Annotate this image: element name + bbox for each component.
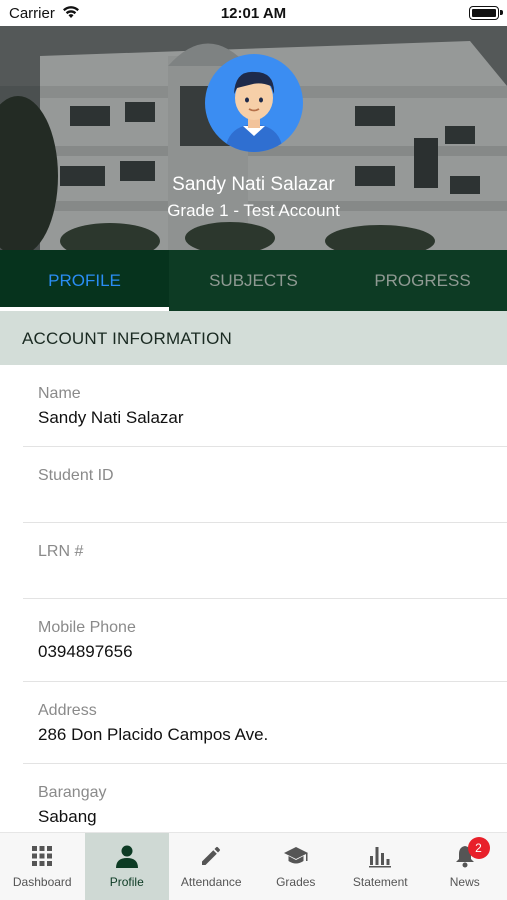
- nav-statement[interactable]: Statement: [338, 833, 423, 900]
- battery-icon: [469, 6, 503, 20]
- person-icon: [114, 843, 140, 869]
- nav-label: Profile: [109, 875, 144, 889]
- info-row-address: Address 286 Don Placido Campos Ave.: [23, 682, 507, 764]
- field-value: Sabang: [38, 807, 97, 826]
- status-time: 12:01 AM: [220, 5, 287, 22]
- tab-subjects[interactable]: SUBJECTS: [169, 250, 338, 311]
- field-value: Sandy Nati Salazar: [38, 408, 184, 427]
- nav-label: Dashboard: [12, 875, 72, 889]
- tab-progress[interactable]: PROGRESS: [338, 250, 507, 311]
- nav-label: News: [449, 875, 480, 889]
- nav-profile[interactable]: Profile: [84, 833, 169, 900]
- profile-header: Sandy Nati Salazar Grade 1 - Test Accoun…: [0, 26, 507, 250]
- bottom-navigation: Dashboard Profile Attendance Grades Stat…: [0, 832, 507, 900]
- status-bar: Carrier 12:01 AM: [0, 0, 507, 26]
- nav-label: Statement: [352, 875, 408, 889]
- info-row-barangay: Barangay Sabang: [23, 764, 507, 834]
- field-label: Student ID: [38, 467, 114, 484]
- field-value: 0394897656: [38, 642, 133, 661]
- info-row-student-id: Student ID: [23, 447, 507, 523]
- graduation-cap-icon: [283, 843, 309, 869]
- field-label: Name: [38, 385, 81, 402]
- section-title: ACCOUNT INFORMATION: [22, 329, 232, 348]
- grid-icon: [29, 843, 55, 869]
- field-value: 286 Don Placido Campos Ave.: [38, 725, 269, 744]
- field-label: Address: [38, 702, 97, 719]
- student-name: Sandy Nati Salazar: [172, 174, 335, 195]
- field-label: Mobile Phone: [38, 619, 136, 636]
- pencil-icon: [198, 843, 224, 869]
- notification-badge: 2: [467, 837, 490, 859]
- info-row-mobile-phone: Mobile Phone 0394897656: [23, 599, 507, 682]
- nav-label: Grades: [276, 875, 316, 889]
- avatar: [205, 54, 303, 152]
- nav-news[interactable]: 2 News: [423, 833, 507, 900]
- student-avatar-icon: [225, 71, 283, 152]
- student-grade: Grade 1 - Test Account: [167, 201, 340, 220]
- bar-chart-icon: [367, 843, 393, 869]
- nav-dashboard[interactable]: Dashboard: [0, 833, 85, 900]
- tab-profile[interactable]: PROFILE: [0, 250, 169, 311]
- nav-grades[interactable]: Grades: [254, 833, 339, 900]
- nav-label: Attendance: [180, 875, 242, 889]
- nav-attendance[interactable]: Attendance: [169, 833, 254, 900]
- field-label: LRN #: [38, 543, 84, 560]
- section-header: ACCOUNT INFORMATION: [0, 311, 507, 365]
- field-label: Barangay: [38, 784, 107, 801]
- profile-tabs: PROFILE SUBJECTS PROGRESS: [0, 250, 507, 311]
- info-row-name: Name Sandy Nati Salazar: [23, 365, 507, 447]
- info-row-lrn: LRN #: [23, 523, 507, 599]
